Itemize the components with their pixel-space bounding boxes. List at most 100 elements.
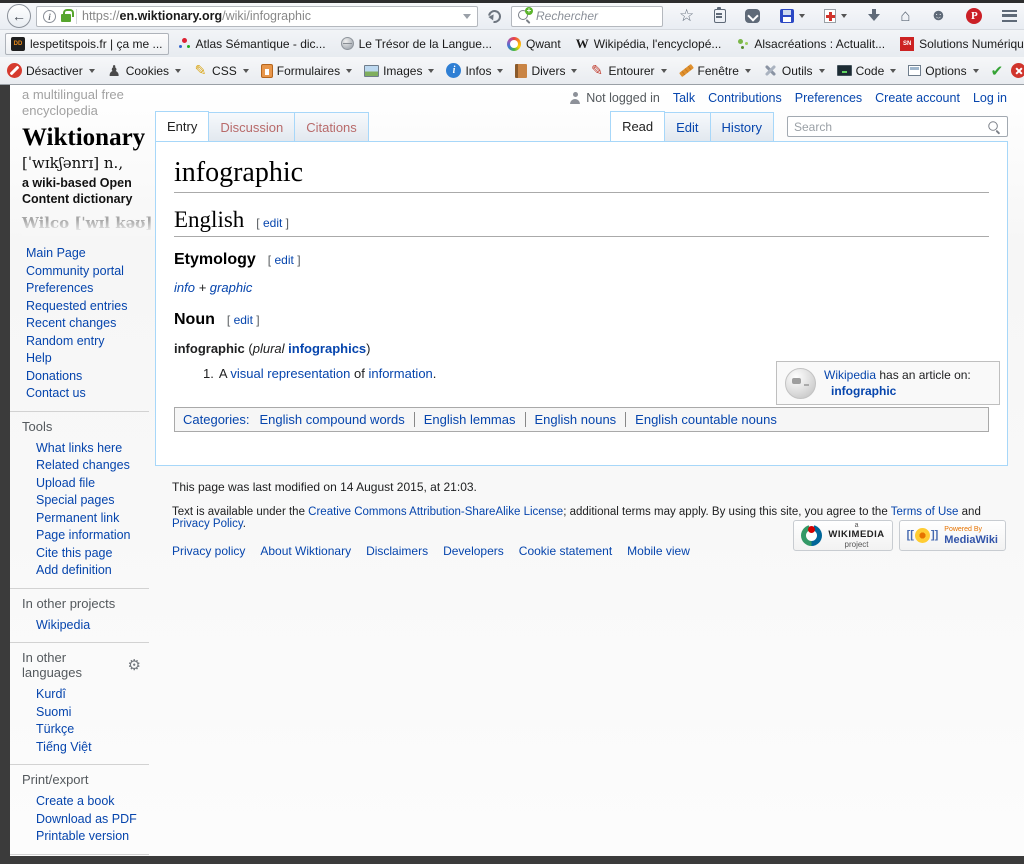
devbar-menu-css[interactable]: CSS: [193, 63, 249, 78]
personal-link-contributions[interactable]: Contributions: [708, 91, 782, 105]
personal-link-create-account[interactable]: Create account: [875, 91, 960, 105]
edit-link[interactable]: edit: [274, 253, 293, 267]
sidebar-item-help[interactable]: Help: [10, 350, 149, 368]
footer-link-privacy-policy[interactable]: Privacy policy: [172, 544, 245, 558]
url-dropdown-icon[interactable]: [463, 14, 471, 19]
footer-link-mobile-view[interactable]: Mobile view: [627, 544, 690, 558]
category-link[interactable]: English countable nouns: [625, 412, 777, 427]
browser-search-input[interactable]: [536, 9, 657, 23]
category-link[interactable]: English nouns: [525, 412, 617, 427]
devbar-menu-code[interactable]: Code: [837, 64, 897, 78]
tab-entry[interactable]: Entry: [155, 111, 209, 141]
sidebar-item-recent-changes[interactable]: Recent changes: [10, 315, 149, 333]
wiki-search-box[interactable]: [787, 116, 1008, 137]
categories-label-link[interactable]: Categories:: [183, 412, 249, 427]
sidebar-item-download-as-pdf[interactable]: Download as PDF: [10, 811, 149, 829]
category-link[interactable]: English lemmas: [414, 412, 516, 427]
browser-search-box[interactable]: [511, 6, 663, 27]
save-page-icon[interactable]: [780, 9, 794, 23]
devbar-menu-misc[interactable]: Divers: [515, 64, 577, 78]
personal-link-log-in[interactable]: Log in: [973, 91, 1007, 105]
tab-discussion[interactable]: Discussion: [208, 112, 295, 141]
bookmark-item[interactable]: Le Trésor de la Langue...: [335, 33, 498, 55]
sidebar-item-requested-entries[interactable]: Requested entries: [10, 298, 149, 316]
menu-icon[interactable]: [1002, 10, 1017, 22]
devbar-menu-tools[interactable]: Outils: [763, 63, 825, 78]
personal-link-preferences[interactable]: Preferences: [795, 91, 862, 105]
link-terms-of-use[interactable]: Terms of Use: [891, 506, 959, 518]
sidebar-item-lang-suomi[interactable]: Suomi: [10, 704, 149, 722]
link-privacy-policy[interactable]: Privacy Policy: [172, 518, 243, 530]
sidebar-item-create-a-book[interactable]: Create a book: [10, 793, 149, 811]
url-bar[interactable]: https://en.wiktionary.org/wiki/infograph…: [36, 6, 478, 27]
footer-link-disclaimers[interactable]: Disclaimers: [366, 544, 428, 558]
devbar-menu-window[interactable]: Fenêtre: [679, 63, 751, 78]
link-information[interactable]: information: [368, 366, 432, 381]
edit-link[interactable]: edit: [263, 216, 282, 230]
sidebar-item-upload-file[interactable]: Upload file: [10, 475, 149, 493]
bookmark-star-icon[interactable]: [679, 6, 694, 26]
https-lock-icon[interactable]: [61, 14, 71, 22]
bookmark-item[interactable]: Alsacréations : Actualit...: [730, 33, 891, 55]
bookmark-item[interactable]: Qwant: [501, 33, 567, 55]
link-graphic[interactable]: graphic: [210, 280, 253, 295]
sidebar-item-printable-version[interactable]: Printable version: [10, 828, 149, 846]
link-wikipedia[interactable]: Wikipedia: [824, 368, 876, 382]
wiki-search-input[interactable]: [794, 120, 987, 134]
tab-edit[interactable]: Edit: [664, 112, 710, 141]
sidebar-item-special-pages[interactable]: Special pages: [10, 492, 149, 510]
devbar-menu-cookies[interactable]: Cookies: [107, 63, 181, 78]
footer-link-developers[interactable]: Developers: [443, 544, 504, 558]
devbar-menu-infos[interactable]: Infos: [446, 63, 503, 78]
devbar-menu-options[interactable]: Options: [908, 64, 978, 78]
footer-link-about[interactable]: About Wiktionary: [260, 544, 351, 558]
personal-link-talk[interactable]: Talk: [673, 91, 695, 105]
category-link[interactable]: English compound words: [259, 412, 404, 427]
pocket-icon[interactable]: [745, 9, 760, 23]
sidebar-item-lang-tieng-viet[interactable]: Tiếng Việt: [10, 739, 149, 757]
bookmark-item[interactable]: Atlas Sémantique - dic...: [172, 33, 332, 55]
sidebar-item-main-page[interactable]: Main Page: [10, 245, 149, 263]
language-settings-gear-icon[interactable]: [128, 656, 141, 675]
save-dropdown-icon[interactable]: [799, 14, 805, 18]
bookmark-item[interactable]: SNSolutions Numériques ...: [894, 33, 1024, 55]
sidebar-item-permanent-link[interactable]: Permanent link: [10, 510, 149, 528]
downloads-icon[interactable]: [867, 9, 881, 23]
tab-read[interactable]: Read: [610, 111, 665, 141]
validation-ok-icon[interactable]: [991, 62, 1004, 80]
tab-citations[interactable]: Citations: [294, 112, 369, 141]
edit-link[interactable]: edit: [234, 313, 253, 327]
back-button[interactable]: [7, 4, 31, 28]
sidebar-item-related-changes[interactable]: Related changes: [10, 457, 149, 475]
bookmark-item[interactable]: WWikipédia, l'encyclopé...: [570, 33, 728, 55]
link-wikipedia-infographic[interactable]: infographic: [831, 384, 896, 398]
wikimedia-badge[interactable]: a WIKIMEDIA project: [793, 520, 892, 551]
sidebar-item-donations[interactable]: Donations: [10, 368, 149, 386]
link-cc-license[interactable]: Creative Commons Attribution-ShareAlike …: [308, 506, 563, 518]
sidebar-item-cite-this-page[interactable]: Cite this page: [10, 545, 149, 563]
sidebar-item-wikipedia[interactable]: Wikipedia: [10, 617, 149, 635]
devbar-menu-images[interactable]: Images: [364, 64, 434, 78]
footer-link-cookie-statement[interactable]: Cookie statement: [519, 544, 612, 558]
mediawiki-badge[interactable]: [[]] Powered By MediaWiki: [899, 520, 1006, 551]
search-icon[interactable]: [987, 120, 1000, 133]
wiktionary-logo[interactable]: a multilingual free encyclopedia Wiktion…: [10, 85, 155, 232]
sidebar-item-contact-us[interactable]: Contact us: [10, 385, 149, 403]
pinterest-icon[interactable]: P: [966, 8, 982, 24]
sidebar-item-random-entry[interactable]: Random entry: [10, 333, 149, 351]
sidebar-item-what-links-here[interactable]: What links here: [10, 440, 149, 458]
addon-icon[interactable]: [824, 9, 836, 23]
reload-button[interactable]: [485, 7, 503, 25]
search-icon[interactable]: [517, 9, 531, 23]
home-icon[interactable]: [900, 6, 910, 26]
sidebar-item-community-portal[interactable]: Community portal: [10, 263, 149, 281]
chat-icon[interactable]: [930, 7, 947, 25]
link-info[interactable]: info: [174, 280, 195, 295]
sidebar-item-page-information[interactable]: Page information: [10, 527, 149, 545]
bookmark-item[interactable]: DDlespetitspois.fr | ça me ...: [5, 33, 169, 55]
sidebar-item-add-definition[interactable]: Add definition: [10, 562, 149, 580]
page-info-icon[interactable]: [43, 10, 56, 23]
sidebar-item-lang-turkce[interactable]: Türkçe: [10, 721, 149, 739]
devbar-menu-disable[interactable]: Désactiver: [7, 63, 95, 78]
sidebar-item-lang-kurdi[interactable]: Kurdî: [10, 686, 149, 704]
